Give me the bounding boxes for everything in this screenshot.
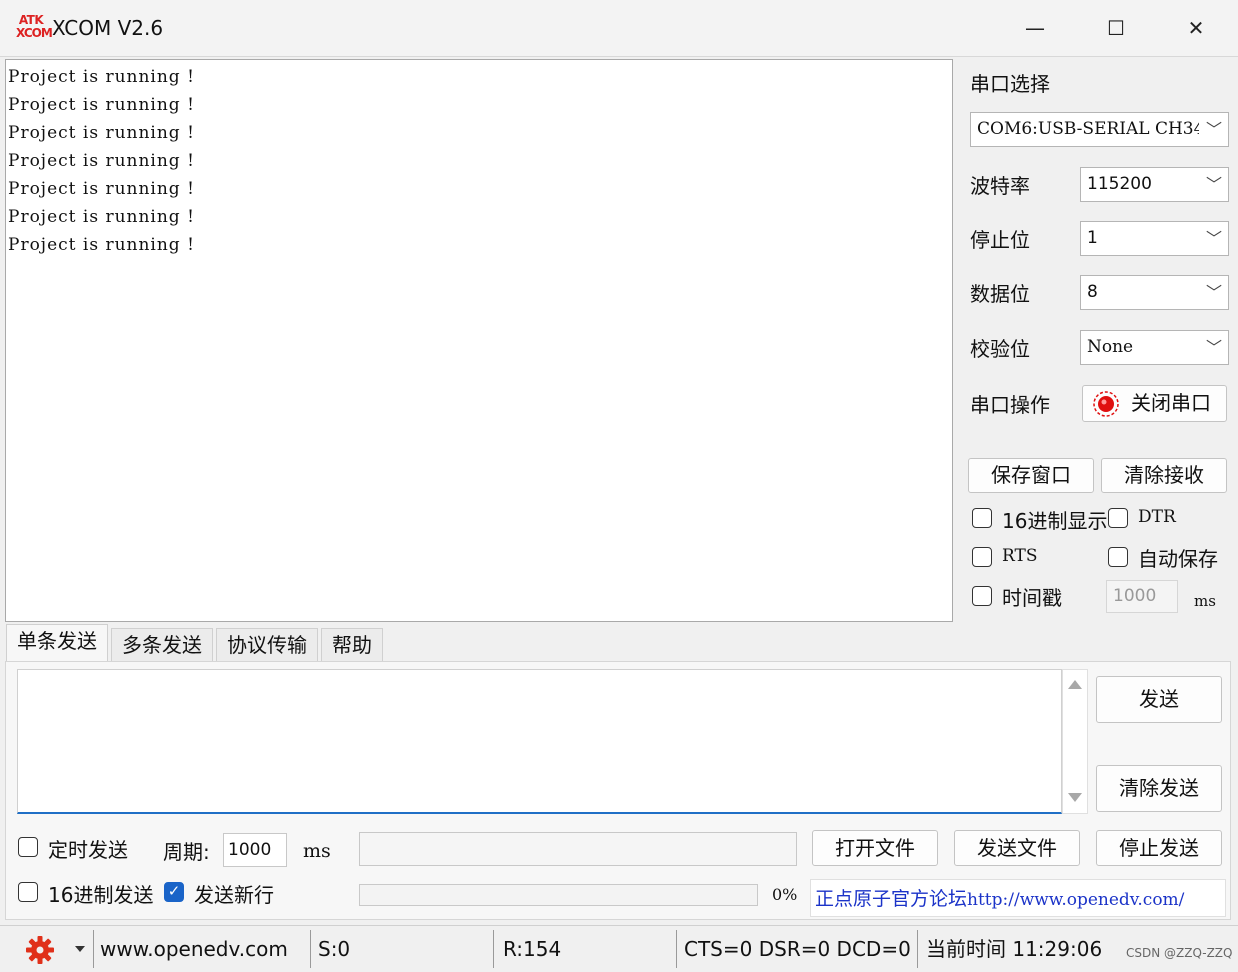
maximize-button[interactable]: ☐: [1087, 10, 1145, 46]
gear-icon[interactable]: [24, 934, 56, 966]
receive-line: Project is running !: [8, 95, 195, 115]
save-window-button[interactable]: 保存窗口: [968, 458, 1094, 493]
app-logo-icon: ATK XCOM: [16, 14, 53, 42]
send-button[interactable]: 发送: [1096, 676, 1222, 723]
send-newline-checkbox[interactable]: ✓: [164, 882, 184, 902]
timestamp-unit: ms: [1194, 592, 1216, 610]
data-bits-select[interactable]: 8 ﹀: [1080, 275, 1229, 310]
hex-send-label: 16进制发送: [48, 883, 154, 907]
minimize-button[interactable]: —: [1006, 10, 1064, 46]
auto-save-checkbox[interactable]: [1108, 547, 1128, 567]
baud-label: 波特率: [970, 174, 1030, 198]
forum-link-url: http://www.openedv.com/: [967, 890, 1185, 910]
status-separator: [93, 930, 94, 968]
receive-line: Project is running !: [8, 67, 195, 87]
chevron-down-icon: ﹀: [1205, 120, 1222, 139]
watermark-text: CSDN @ZZQ-ZZQ: [1126, 946, 1233, 960]
logo-text-bottom: XCOM: [16, 26, 53, 40]
stop-bits-label: 停止位: [970, 228, 1030, 252]
timestamp-interval-input[interactable]: 1000: [1106, 580, 1178, 613]
minimize-icon: —: [1025, 16, 1045, 40]
status-current-time: 当前时间 11:29:06: [926, 927, 1102, 971]
parity-label: 校验位: [970, 337, 1030, 361]
scroll-down-icon[interactable]: [1068, 793, 1082, 802]
receive-textarea[interactable]: Project is running ! Project is running …: [5, 59, 953, 622]
rts-label: RTS: [1002, 546, 1038, 566]
period-input[interactable]: 1000: [223, 833, 287, 867]
receive-line: Project is running !: [8, 123, 195, 143]
receive-line: Project is running !: [8, 151, 195, 171]
receive-line: Project is running !: [8, 179, 195, 199]
close-port-label: 关闭串口: [1131, 391, 1211, 415]
send-scrollbar[interactable]: [1062, 669, 1088, 814]
send-progress-bar: [359, 884, 758, 906]
hex-send-checkbox[interactable]: [18, 882, 38, 902]
status-separator: [676, 930, 677, 968]
timestamp-label: 时间戳: [1002, 586, 1062, 610]
baud-select[interactable]: 115200 ﹀: [1080, 167, 1229, 202]
port-select-label: 串口选择: [970, 72, 1050, 96]
status-modem-lines: CTS=0 DSR=0 DCD=0: [684, 937, 911, 961]
status-website[interactable]: www.openedv.com: [100, 927, 288, 971]
tab-help[interactable]: 帮助: [321, 628, 383, 662]
timed-send-label: 定时发送: [48, 838, 128, 862]
hex-display-label: 16进制显示: [1002, 509, 1108, 533]
parity-select[interactable]: None ﹀: [1080, 330, 1229, 365]
current-time-value: 11:29:06: [1012, 937, 1103, 961]
status-received-count: R:154: [503, 937, 562, 961]
stop-send-button[interactable]: 停止发送: [1096, 830, 1222, 866]
receive-line: Project is running !: [8, 235, 195, 255]
open-file-button[interactable]: 打开文件: [812, 830, 938, 866]
data-bits-label: 数据位: [970, 282, 1030, 306]
dtr-label: DTR: [1138, 507, 1176, 527]
tab-multi-send[interactable]: 多条发送: [111, 628, 213, 662]
clear-receive-button[interactable]: 清除接收: [1101, 458, 1227, 493]
dtr-checkbox[interactable]: [1108, 508, 1128, 528]
port-select[interactable]: COM6:USB-SERIAL CH340 ﹀: [970, 112, 1229, 147]
port-status-icon: [1093, 391, 1119, 417]
receive-line: Project is running !: [8, 207, 195, 227]
close-button[interactable]: ✕: [1167, 10, 1225, 46]
close-port-button[interactable]: 关闭串口: [1082, 385, 1227, 422]
timed-send-checkbox[interactable]: [18, 837, 38, 857]
period-unit: ms: [303, 840, 331, 862]
send-textarea[interactable]: [17, 669, 1062, 814]
hex-display-checkbox[interactable]: [972, 508, 992, 528]
rts-checkbox[interactable]: [972, 547, 992, 567]
settings-dropdown-icon[interactable]: [75, 946, 85, 952]
tab-single-send[interactable]: 单条发送: [6, 624, 108, 662]
port-operation-label: 串口操作: [970, 393, 1050, 417]
forum-link[interactable]: 正点原子官方论坛http://www.openedv.com/: [810, 879, 1226, 917]
send-file-button[interactable]: 发送文件: [954, 830, 1080, 866]
chevron-down-icon: ﹀: [1205, 283, 1222, 302]
chevron-down-icon: ﹀: [1205, 338, 1222, 357]
timestamp-checkbox[interactable]: [972, 586, 992, 606]
maximize-icon: ☐: [1107, 16, 1125, 40]
forum-link-text: 正点原子官方论坛: [815, 888, 968, 910]
status-separator: [917, 930, 918, 968]
file-path-input[interactable]: [359, 832, 797, 866]
send-progress-percent: 0%: [772, 885, 798, 904]
status-sent-count: S:0: [318, 937, 351, 961]
period-label: 周期:: [163, 840, 210, 864]
window-title: XCOM V2.6: [52, 16, 164, 40]
close-icon: ✕: [1187, 16, 1205, 40]
current-time-label: 当前时间: [926, 937, 1006, 961]
send-newline-label: 发送新行: [194, 883, 274, 907]
clear-send-button[interactable]: 清除发送: [1096, 765, 1222, 812]
checkmark-icon: ✓: [167, 882, 181, 900]
tab-protocol[interactable]: 协议传输: [216, 628, 318, 662]
port-select-value: COM6:USB-SERIAL CH340: [977, 119, 1199, 139]
chevron-down-icon: ﹀: [1205, 175, 1222, 194]
status-separator: [310, 930, 311, 968]
stop-bits-select[interactable]: 1 ﹀: [1080, 221, 1229, 256]
scroll-up-icon[interactable]: [1068, 680, 1082, 689]
auto-save-label: 自动保存: [1138, 547, 1218, 571]
chevron-down-icon: ﹀: [1205, 229, 1222, 248]
status-separator: [493, 930, 494, 968]
